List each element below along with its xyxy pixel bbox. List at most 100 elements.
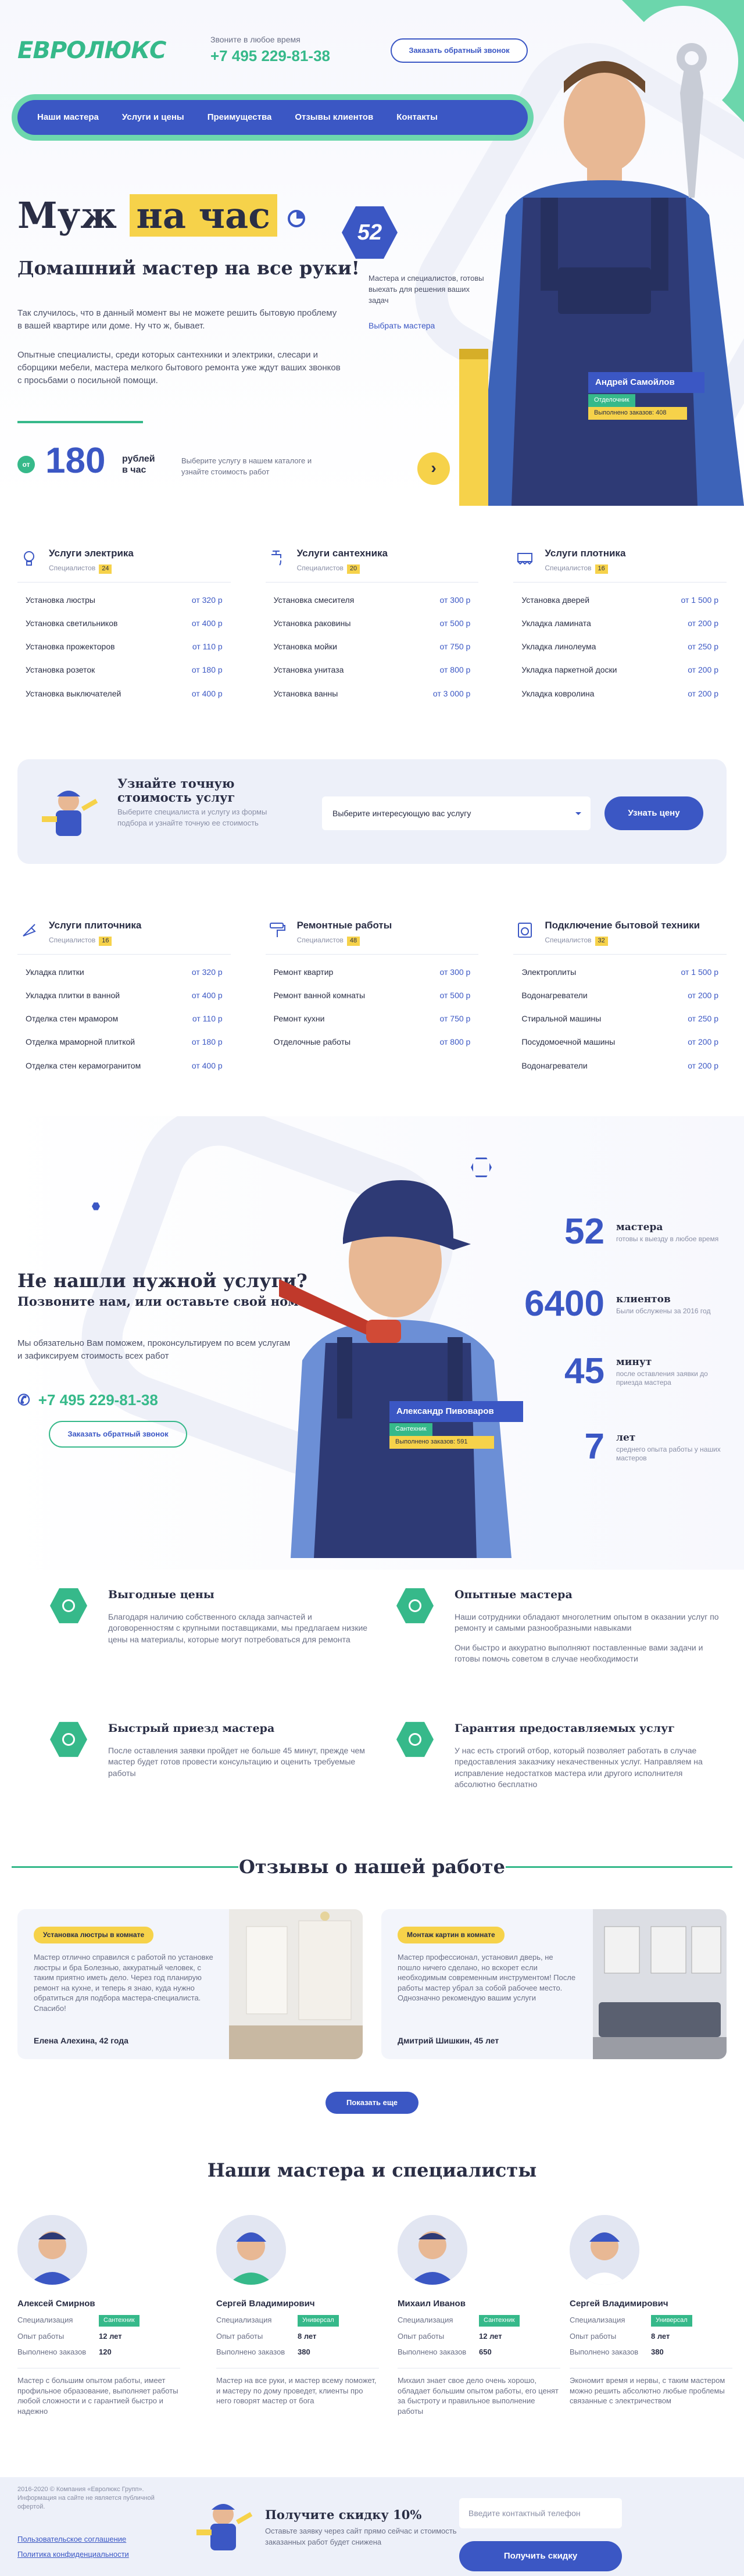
service-row[interactable]: Установка розеток от 180 р: [17, 658, 231, 682]
service-row[interactable]: Стиральной машины от 250 р: [513, 1007, 727, 1030]
service-price: от 300 р: [439, 967, 471, 977]
service-price: от 200 р: [688, 1037, 719, 1047]
master-spec-row: Специализация Сантехник: [17, 2314, 180, 2327]
service-name: Ремонт квартир: [273, 967, 334, 977]
service-price: от 200 р: [688, 665, 719, 675]
master-exp-row: Опыт работы 12 лет: [17, 2331, 180, 2342]
service-row[interactable]: Укладка плитки в ванной от 400 р: [17, 983, 231, 1007]
service-row[interactable]: Установка ванны от 3 000 р: [266, 682, 479, 705]
service-row[interactable]: Укладка линолеума от 250 р: [513, 635, 727, 658]
service-row[interactable]: Установка раковины от 500 р: [265, 611, 479, 635]
show-more-button[interactable]: Показать еще: [326, 2092, 419, 2114]
nav-advantages[interactable]: Преимущества: [208, 111, 272, 124]
service-row[interactable]: Установка унитаза от 800 р: [265, 658, 479, 682]
feature-text: Благодаря наличию собственного склада за…: [108, 1612, 368, 1644]
divider: [17, 421, 143, 423]
master-orders-row: Выполнено заказов 380: [216, 2347, 379, 2358]
get-discount-button[interactable]: Получить скидку: [459, 2541, 622, 2571]
service-header: Услуги сантехника Специалистов 20: [265, 546, 479, 583]
header-phone[interactable]: +7 495 229-81-38: [210, 45, 330, 67]
master-orders-row: Выполнено заказов 120: [17, 2347, 180, 2358]
worker-photo: [459, 43, 744, 506]
service-title: Подключение бытовой техники: [545, 920, 700, 931]
service-row[interactable]: Установка выключателей от 400 р: [17, 682, 231, 705]
spec-count: 16: [595, 564, 608, 574]
service-row[interactable]: Посудомоечной машины от 200 р: [513, 1030, 727, 1054]
master-spec-row: Специализация Универсал: [216, 2314, 379, 2327]
service-price: от 750 р: [439, 642, 471, 652]
nav-reviews[interactable]: Отзывы клиентов: [295, 111, 373, 124]
row-value: 8 лет: [651, 2331, 670, 2341]
service-row[interactable]: Укладка ковролина от 200 р: [513, 682, 727, 705]
service-row[interactable]: Установка смесителя от 300 р: [266, 588, 479, 612]
service-row[interactable]: Установка люстры от 320 р: [17, 588, 231, 612]
service-row[interactable]: Отделка стен мрамором от 110 р: [17, 1007, 231, 1030]
service-row[interactable]: Укладка плитки от 320 р: [17, 960, 231, 984]
worker-tag: Отделочник: [588, 394, 635, 407]
service-price: от 400 р: [191, 990, 223, 1000]
service-row[interactable]: Установка светильников от 400 р: [17, 611, 231, 635]
service-price: от 800 р: [439, 665, 471, 675]
price-value: 180: [45, 441, 106, 481]
worker-orders: Выполнено заказов: 408: [588, 406, 687, 420]
hero-title-part1: Муж: [17, 194, 117, 237]
service-price: от 200 р: [688, 1060, 719, 1070]
row-value: 120: [99, 2347, 112, 2356]
phone-input[interactable]: Введите контактный телефон: [459, 2498, 622, 2528]
next-arrow-button[interactable]: ›: [417, 452, 450, 485]
nav-services[interactable]: Услуги и цены: [122, 111, 184, 124]
service-header: Ремонтные работы Специалистов 48: [265, 919, 479, 955]
service-row[interactable]: Ремонт квартир от 300 р: [266, 960, 479, 984]
service-row[interactable]: Установка дверей от 1 500 р: [513, 588, 727, 612]
tools-icon: [396, 1588, 434, 1624]
service-name: Отделка стен керамогранитом: [26, 1060, 141, 1070]
service-row[interactable]: Отделка стен керамогранитом от 400 р: [17, 1054, 231, 1077]
service-row[interactable]: Ремонт ванной комнаты от 500 р: [265, 983, 479, 1007]
service-name: Посудомоечной машины: [521, 1037, 616, 1047]
service-row[interactable]: Ремонт кухни от 750 р: [266, 1007, 479, 1030]
service-select[interactable]: Выберите интересующую вас услугу: [322, 796, 591, 830]
not-found-phone[interactable]: ✆ +7 495 229-81-38: [17, 1389, 158, 1412]
service-name: Установка выключателей: [26, 688, 121, 698]
service-name: Установка мойки: [273, 642, 337, 652]
service-row[interactable]: Укладка ламината от 200 р: [513, 611, 727, 635]
logo[interactable]: ЕВРОЛЮКС: [17, 34, 166, 67]
service-name: Отделка стен мрамором: [26, 1014, 119, 1024]
stat-label: минут: [616, 1356, 652, 1369]
master-card[interactable]: Сергей Владимирович Специализация Универс…: [216, 2215, 379, 2406]
roller-icon: [266, 919, 289, 942]
avatar: [216, 2215, 286, 2285]
service-name: Укладка плитки: [26, 967, 84, 977]
service-spec: Специалистов 32: [545, 935, 700, 946]
service-row[interactable]: Укладка паркетной доски от 200 р: [513, 658, 727, 682]
master-exp-row: Опыт работы 12 лет: [398, 2331, 560, 2342]
service-row[interactable]: Установка мойки от 750 р: [266, 635, 479, 658]
service-column-tiles: Услуги плиточника Специалистов 16 Укладка…: [17, 919, 231, 1077]
master-bio: Экономит время и нервы, с таким мастером…: [570, 2368, 732, 2406]
service-row[interactable]: Электроплиты от 1 500 р: [513, 960, 727, 984]
service-row[interactable]: Установка прожекторов от 110 р: [17, 635, 231, 658]
service-header: Подключение бытовой техники Специалистов…: [513, 919, 727, 955]
service-name: Установка светильников: [26, 618, 118, 628]
service-name: Установка смесителя: [273, 595, 355, 605]
get-price-button[interactable]: Узнать цену: [604, 796, 703, 830]
service-row[interactable]: Отделочные работы от 800 р: [265, 1030, 479, 1054]
row-key: Опыт работы: [216, 2331, 263, 2341]
worker-orders: Выполнено заказов: 591: [389, 1435, 494, 1449]
review-photo: [229, 1909, 363, 2059]
row-value: 8 лет: [298, 2331, 317, 2341]
service-row[interactable]: Водонагреватели от 200 р: [513, 1054, 727, 1077]
not-found-title: Не нашли нужной услуги?: [17, 1270, 307, 1292]
terms-link[interactable]: Пользовательское соглашение: [17, 2534, 126, 2545]
stat-minutes: 45 минут после оставления заявки до приез…: [488, 1353, 721, 1389]
stat-desc: готовы к выезду в любое время: [616, 1234, 719, 1243]
privacy-link[interactable]: Политика конфиденциальности: [17, 2549, 129, 2560]
service-row[interactable]: Отделка мраморной плиткой от 180 р: [17, 1030, 231, 1054]
callback-button[interactable]: Заказать обратный звонок: [49, 1421, 187, 1448]
service-row[interactable]: Водонагреватели от 200 р: [513, 983, 727, 1007]
master-card[interactable]: Алексей Смирнов Специализация Сантехник О…: [17, 2215, 180, 2417]
stat-value: 7: [584, 1427, 604, 1467]
nav-masters[interactable]: Наши мастера: [37, 111, 99, 124]
master-card[interactable]: Михаил Иванов Специализация Сантехник Опы…: [398, 2215, 560, 2417]
master-card[interactable]: Сергей Владимирович Специализация Универс…: [570, 2215, 732, 2406]
